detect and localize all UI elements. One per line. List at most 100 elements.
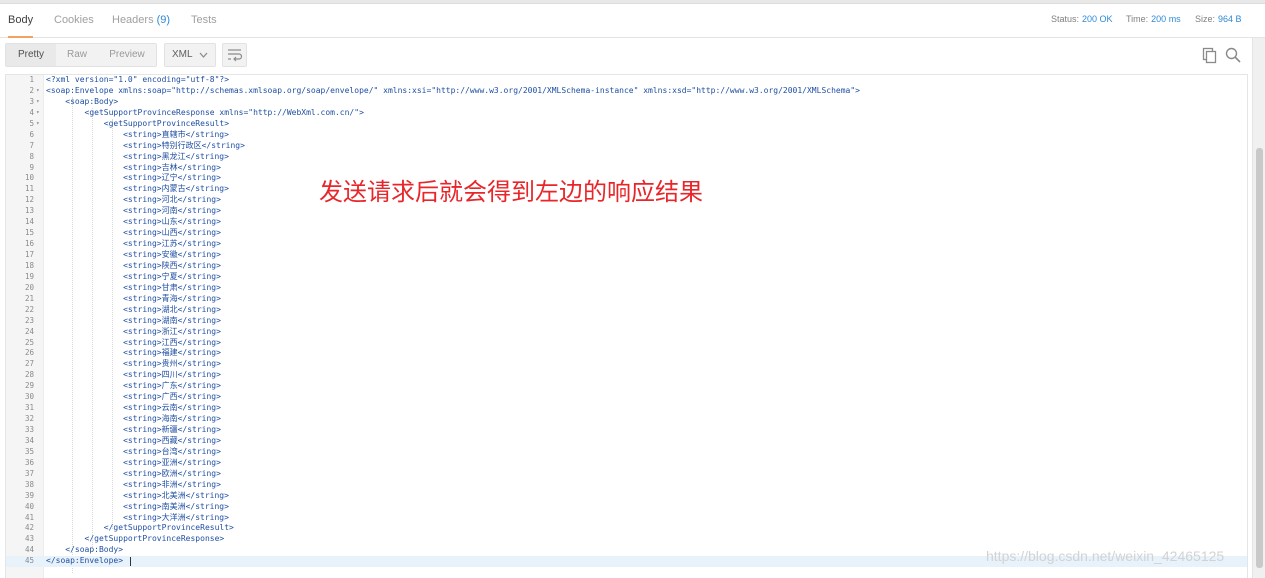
code-text: <string>非洲</string> [46, 479, 221, 489]
line-number: 11 [24, 184, 34, 194]
code-line: 34 <string>西藏</string> [6, 436, 1247, 447]
line-number: 39 [24, 490, 34, 500]
code-text: <string>河南</string> [46, 206, 221, 216]
code-line: 2 ▾ <soap:Envelope xmlns:soap="http://sche… [6, 86, 1247, 97]
line-number: 4 [29, 107, 34, 117]
wrap-lines-icon [223, 49, 246, 70]
search-button[interactable] [1224, 46, 1242, 64]
code-line: 1 <?xml version="1.0" encoding="utf-8"?> [6, 75, 1247, 86]
code-line: 41 <string>大洋洲</string> [6, 513, 1247, 524]
code-text: </getSupportProvinceResponse> [46, 534, 225, 544]
code-line: 39 <string>北美洲</string> [6, 491, 1247, 502]
fold-arrow-icon[interactable]: ▾ [36, 119, 44, 130]
line-number: 24 [24, 326, 34, 336]
code-line: 16 <string>江苏</string> [6, 239, 1247, 250]
tab-tests[interactable]: Tests [191, 4, 217, 38]
line-number: 42 [24, 523, 34, 533]
view-pretty-button[interactable]: Pretty [6, 44, 56, 66]
line-number: 30 [24, 392, 34, 402]
code-text: <string>特别行政区</string> [46, 140, 245, 150]
code-text: <string>台湾</string> [46, 446, 221, 456]
fold-arrow-icon[interactable]: ▾ [36, 97, 44, 108]
search-icon [1224, 47, 1242, 68]
code-line: 4 ▾ <getSupportProvinceResponse xmlns="ht… [6, 108, 1247, 119]
code-line: 38 <string>非洲</string> [6, 480, 1247, 491]
time-value: 200 ms [1151, 14, 1181, 24]
time-label: Time: [1126, 14, 1149, 24]
line-number: 7 [29, 140, 34, 150]
line-number: 35 [24, 446, 34, 456]
tab-headers[interactable]: Headers (9) [112, 4, 170, 38]
line-number: 22 [24, 304, 34, 314]
code-text: <string>青海</string> [46, 293, 221, 303]
line-number: 5 [29, 118, 34, 128]
code-line: 20 <string>甘肃</string> [6, 283, 1247, 294]
view-preview-button[interactable]: Preview [98, 44, 156, 66]
code-text: <string>江苏</string> [46, 239, 221, 249]
text-cursor [130, 557, 131, 567]
wrap-lines-button[interactable] [222, 43, 247, 67]
line-number: 2 [29, 85, 34, 95]
code-text: <string>直辖市</string> [46, 129, 229, 139]
line-number: 13 [24, 206, 34, 216]
format-select-value: XML [172, 49, 193, 60]
code-line: 7 <string>特别行政区</string> [6, 141, 1247, 152]
code-line: 8 <string>黑龙江</string> [6, 152, 1247, 163]
line-number: 10 [24, 173, 34, 183]
code-line: 3 ▾ <soap:Body> [6, 97, 1247, 108]
line-number: 37 [24, 468, 34, 478]
status-readout: Status: 200 OK [1051, 12, 1113, 26]
line-number: 3 [29, 96, 34, 106]
tab-cookies-label: Cookies [54, 14, 94, 26]
tab-cookies[interactable]: Cookies [54, 4, 94, 38]
line-number: 32 [24, 414, 34, 424]
view-mode-selector: Pretty Raw Preview [5, 43, 157, 67]
code-text: <soap:Envelope xmlns:soap="http://schema… [46, 85, 860, 95]
line-number: 36 [24, 457, 34, 467]
response-tabs: Body Cookies Headers (9) Tests Status: 20… [0, 4, 1265, 38]
code-text: <string>山东</string> [46, 217, 221, 227]
code-text: <string>福建</string> [46, 348, 221, 358]
tab-tests-label: Tests [191, 14, 217, 26]
line-number: 6 [29, 129, 34, 139]
line-number: 33 [24, 425, 34, 434]
watermark: https://blog.csdn.net/weixin_42465125 [986, 548, 1225, 564]
code-text: <string>江西</string> [46, 337, 221, 347]
code-text: <soap:Body> [46, 96, 119, 106]
line-number: 1 [29, 75, 34, 84]
code-line: 28 <string>四川</string> [6, 370, 1247, 381]
line-number: 45 [24, 556, 34, 566]
code-line: 40 <string>南美洲</string> [6, 502, 1247, 513]
fold-arrow-icon[interactable]: ▾ [36, 108, 44, 119]
code-line: 22 <string>湖北</string> [6, 305, 1247, 316]
tab-body[interactable]: Body [8, 4, 34, 38]
line-number: 43 [24, 534, 34, 544]
view-raw-button[interactable]: Raw [56, 44, 98, 66]
tab-body-label: Body [8, 14, 34, 26]
code-text: <string>陕西</string> [46, 260, 221, 270]
code-text: <string>西藏</string> [46, 435, 221, 445]
code-text: <string>亚洲</string> [46, 457, 221, 467]
scrollbar-thumb[interactable] [1256, 148, 1263, 568]
format-select[interactable]: XML [164, 43, 216, 67]
fold-arrow-icon[interactable]: ▾ [36, 86, 44, 97]
time-readout: Time: 200 ms [1126, 12, 1181, 26]
response-body-editor[interactable]: 1 <?xml version="1.0" encoding="utf-8"?> 2… [5, 74, 1248, 578]
code-text: <string>浙江</string> [46, 326, 221, 336]
tab-headers-label: Headers [112, 14, 154, 26]
copy-button[interactable] [1201, 46, 1219, 64]
line-number: 29 [24, 381, 34, 391]
code-text: <string>黑龙江</string> [46, 151, 229, 161]
line-number: 12 [24, 195, 34, 205]
code-line: 18 <string>陕西</string> [6, 261, 1247, 272]
code-text: <string>海南</string> [46, 414, 221, 424]
code-text: <string>甘肃</string> [46, 282, 221, 292]
scrollbar[interactable] [1252, 38, 1265, 578]
code-line: 21 <string>青海</string> [6, 294, 1247, 305]
line-number: 20 [24, 282, 34, 292]
code-text: <string>内蒙古</string> [46, 184, 229, 194]
code-text: <string>贵州</string> [46, 359, 221, 369]
code-line: 24 <string>浙江</string> [6, 327, 1247, 338]
code-text: <string>新疆</string> [46, 425, 221, 434]
code-line: 5 ▾ <getSupportProvinceResult> [6, 119, 1247, 130]
